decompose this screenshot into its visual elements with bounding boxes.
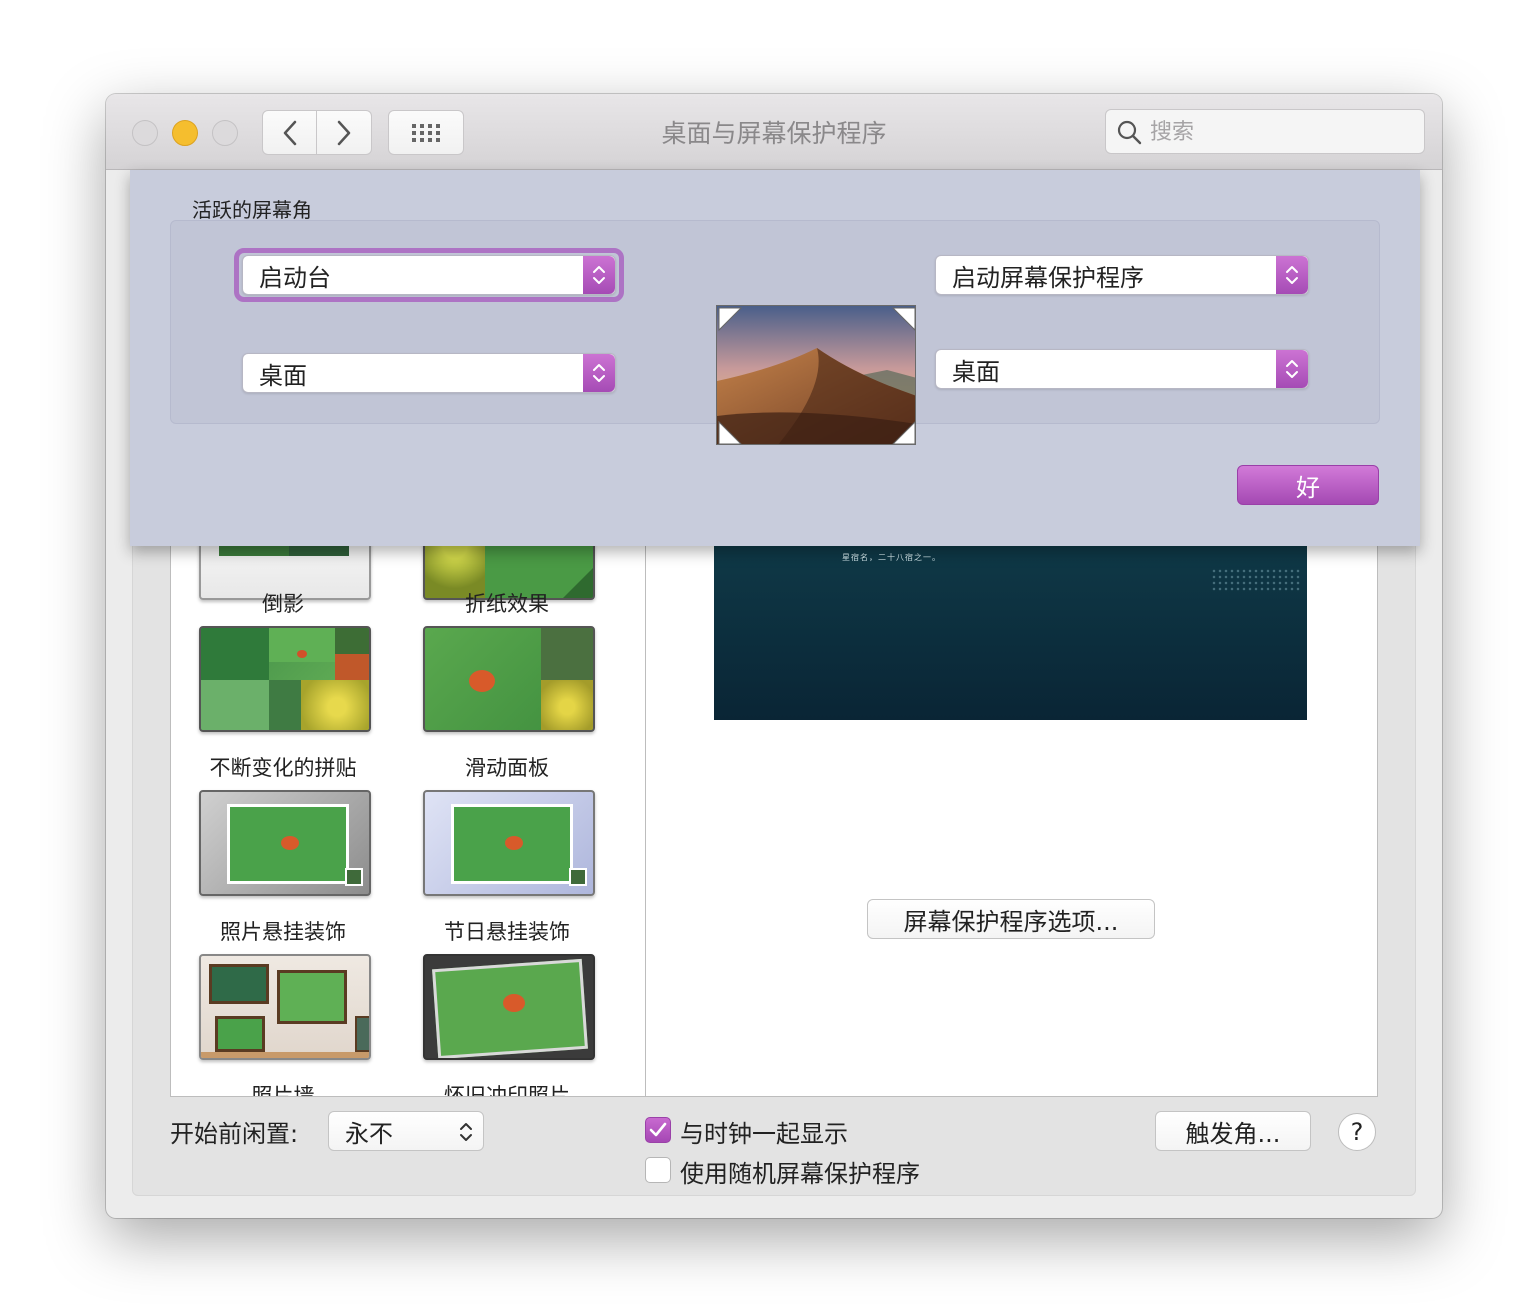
bottom-right-corner-value: 桌面 [952, 357, 1000, 386]
updown-arrows-icon [460, 1123, 472, 1141]
top-right-corner-value: 启动屏幕保护程序 [952, 263, 1144, 292]
title-bar: 桌面与屏幕保护程序 [106, 94, 1442, 170]
chevron-right-icon [337, 120, 351, 145]
desktop-corner-preview [716, 305, 916, 445]
screensaver-preview: 星宿名，二十八宿之一。 [714, 534, 1307, 720]
forward-button[interactable] [317, 110, 372, 155]
idle-label: 开始前闲置: [170, 1120, 299, 1148]
screensaver-label: 折纸效果 [465, 592, 549, 616]
back-button[interactable] [262, 110, 317, 155]
screensaver-list[interactable]: 倒影 折纸效果 不断变化的拼贴 滑动面板 照片悬挂装饰 节日悬挂装饰 照片墙 怀… [170, 534, 646, 1097]
close-window-button[interactable] [132, 120, 158, 146]
updown-arrows-icon [1286, 360, 1298, 378]
screensaver-label: 照片悬挂装饰 [220, 920, 346, 944]
bottom-left-corner-value: 桌面 [259, 361, 307, 390]
show-all-button[interactable] [388, 110, 464, 155]
screensaver-label: 滑动面板 [465, 756, 549, 780]
updown-arrows-icon [1286, 266, 1298, 284]
top-left-corner-value: 启动台 [259, 263, 331, 292]
screensaver-options-button[interactable]: 屏幕保护程序选项... [867, 899, 1155, 939]
screensaver-label: 节日悬挂装饰 [444, 920, 570, 944]
screensaver-preview-panel: 星宿名，二十八宿之一。 屏幕保护程序选项... [646, 534, 1378, 1097]
random-screensaver-checkbox[interactable] [645, 1157, 671, 1183]
thumbnail-shifting-tiles[interactable] [199, 626, 371, 732]
show-clock-checkbox[interactable] [645, 1117, 671, 1143]
hot-corners-sheet: 活跃的屏幕角 启动台 桌面 启动屏幕保护程序 桌面 好 [130, 170, 1420, 546]
sheet-title: 活跃的屏幕角 [192, 198, 312, 222]
thumbnail-photo-wall[interactable] [199, 954, 371, 1060]
thumbnail-photo-mobile[interactable] [199, 790, 371, 896]
bottom-left-corner-popup[interactable]: 桌面 [242, 353, 616, 393]
checkmark-icon [649, 1122, 667, 1137]
search-field[interactable] [1105, 109, 1425, 154]
screensaver-label: 照片墙 [251, 1084, 315, 1097]
chevron-left-icon [283, 120, 296, 145]
hot-corners-group: 启动台 桌面 启动屏幕保护程序 桌面 [170, 220, 1380, 445]
popup-arrow [1276, 256, 1308, 294]
updown-arrows-icon [593, 364, 605, 382]
thumbnail-sliding-panels[interactable] [423, 626, 595, 732]
stars-decoration [1211, 568, 1301, 592]
top-left-corner-popup[interactable]: 启动台 [242, 255, 616, 295]
screensaver-label: 怀旧冲印照片 [444, 1084, 570, 1097]
screensaver-label: 倒影 [262, 592, 304, 616]
updown-arrows-icon [593, 266, 605, 284]
preview-caption: 星宿名，二十八宿之一。 [842, 553, 941, 562]
bottom-right-corner-popup[interactable]: 桌面 [935, 349, 1309, 389]
window-title: 桌面与屏幕保护程序 [661, 119, 887, 148]
thumbnail-holiday-mobile[interactable] [423, 790, 595, 896]
random-screensaver-label: 使用随机屏幕保护程序 [680, 1160, 920, 1188]
ok-button[interactable]: 好 [1237, 465, 1379, 505]
popup-arrow [1276, 350, 1308, 388]
thumbnail-vintage-prints[interactable] [423, 954, 595, 1060]
idle-time-popup[interactable]: 永不 [328, 1111, 484, 1151]
search-icon [1117, 120, 1142, 145]
screensaver-label: 不断变化的拼贴 [209, 756, 357, 780]
help-button[interactable]: ? [1338, 1113, 1376, 1151]
hot-corners-button[interactable]: 触发角... [1155, 1111, 1311, 1151]
zoom-window-button[interactable] [212, 120, 238, 146]
grid-icon [412, 123, 440, 142]
minimize-window-button[interactable] [172, 120, 198, 146]
popup-arrow [583, 354, 615, 392]
idle-time-value: 永不 [345, 1119, 393, 1148]
popup-arrow [583, 256, 615, 294]
history-nav [262, 110, 374, 155]
search-input[interactable] [1150, 116, 1410, 148]
top-right-corner-popup[interactable]: 启动屏幕保护程序 [935, 255, 1309, 295]
desert-wallpaper-image [717, 306, 915, 444]
show-clock-label: 与时钟一起显示 [680, 1120, 848, 1148]
